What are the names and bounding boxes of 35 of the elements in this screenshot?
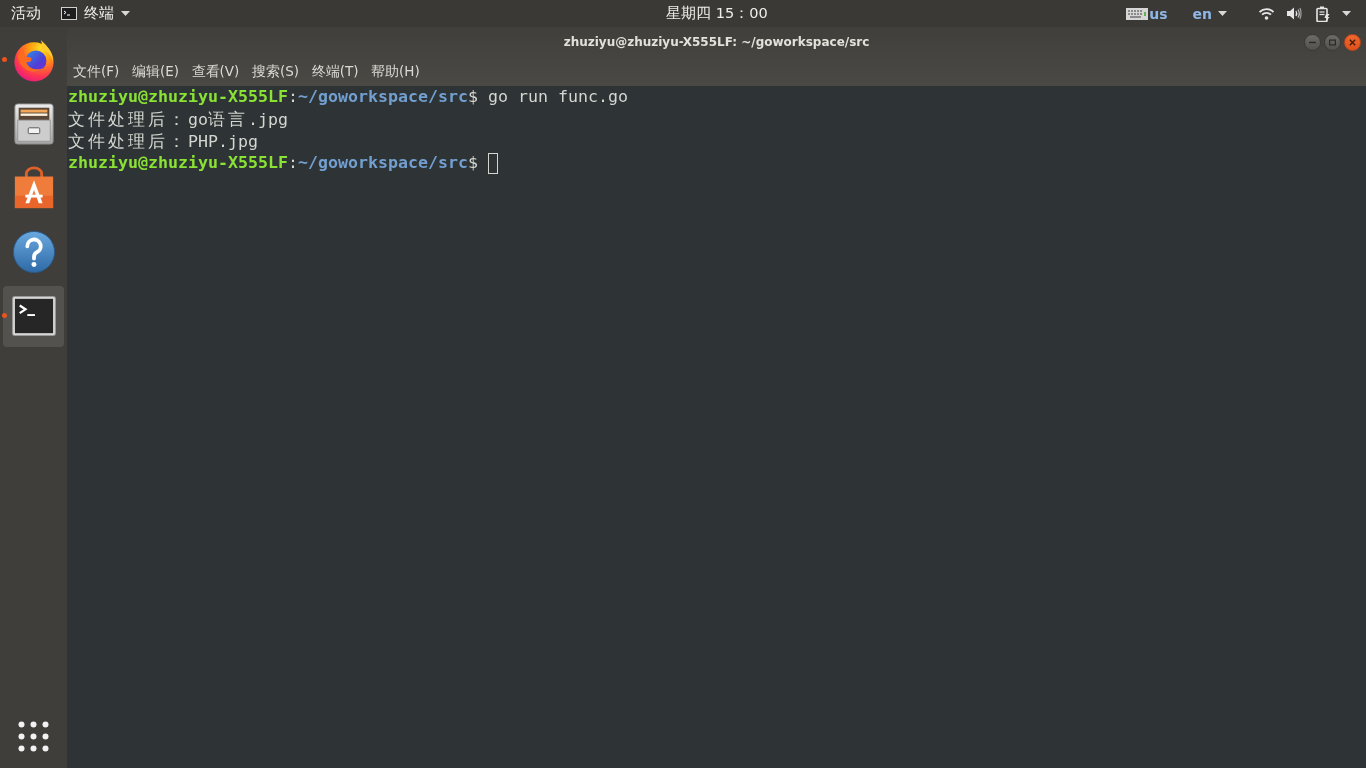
flame-globe-icon bbox=[11, 38, 56, 82]
activities-button[interactable]: 活动 bbox=[11, 4, 41, 23]
maximize-button[interactable] bbox=[1324, 33, 1341, 51]
menu-item[interactable]: 查看(V) bbox=[185, 60, 246, 83]
wifi-icon[interactable] bbox=[1259, 7, 1274, 20]
prompt-line: zhuziyu@zhuziyu-X555LF:~/goworkspace/src$ bbox=[68, 152, 478, 174]
close-icon bbox=[1349, 38, 1356, 46]
keyboard-icon bbox=[1126, 7, 1149, 20]
clock[interactable]: 星期四 15：00 bbox=[666, 4, 768, 23]
battery-icon[interactable] bbox=[1316, 5, 1330, 22]
prompt-line: zhuziyu@zhuziyu-X555LF:~/goworkspace/src$ go run func.go bbox=[68, 86, 628, 108]
help-icon bbox=[11, 230, 56, 274]
file-cabinet-icon bbox=[11, 102, 56, 146]
close-button[interactable] bbox=[1344, 33, 1361, 51]
input-method-menu[interactable]: en bbox=[1192, 5, 1227, 22]
menu-item[interactable]: 文件(F) bbox=[67, 60, 126, 83]
dock-item[interactable] bbox=[3, 285, 64, 347]
output-line: 文件处理后：go语言.jpg bbox=[68, 107, 288, 131]
app-menu-button[interactable]: 终端 bbox=[61, 4, 130, 23]
output-line: 文件处理后：PHP.jpg bbox=[68, 129, 258, 153]
volume-icon[interactable] bbox=[1287, 7, 1302, 20]
caret-icon[interactable] bbox=[1342, 11, 1351, 16]
maximize-icon bbox=[1329, 38, 1336, 46]
menu-item[interactable]: 终端(T) bbox=[305, 60, 365, 83]
minimize-button[interactable] bbox=[1304, 33, 1321, 51]
menu-item[interactable]: 帮助(H) bbox=[365, 60, 426, 83]
caret-icon bbox=[1218, 11, 1227, 16]
terminal-icon bbox=[61, 7, 77, 20]
window-title: zhuziyu@zhuziyu-X555LF: ~/goworkspace/src bbox=[563, 35, 870, 49]
caret-icon bbox=[121, 11, 130, 16]
keyboard-layout-indicator[interactable]: us bbox=[1126, 5, 1168, 22]
menu-item[interactable]: 搜索(S) bbox=[245, 60, 306, 83]
terminal-icon bbox=[11, 296, 56, 336]
menu-item[interactable]: 编辑(E) bbox=[125, 60, 185, 83]
grid-icon bbox=[18, 720, 49, 752]
